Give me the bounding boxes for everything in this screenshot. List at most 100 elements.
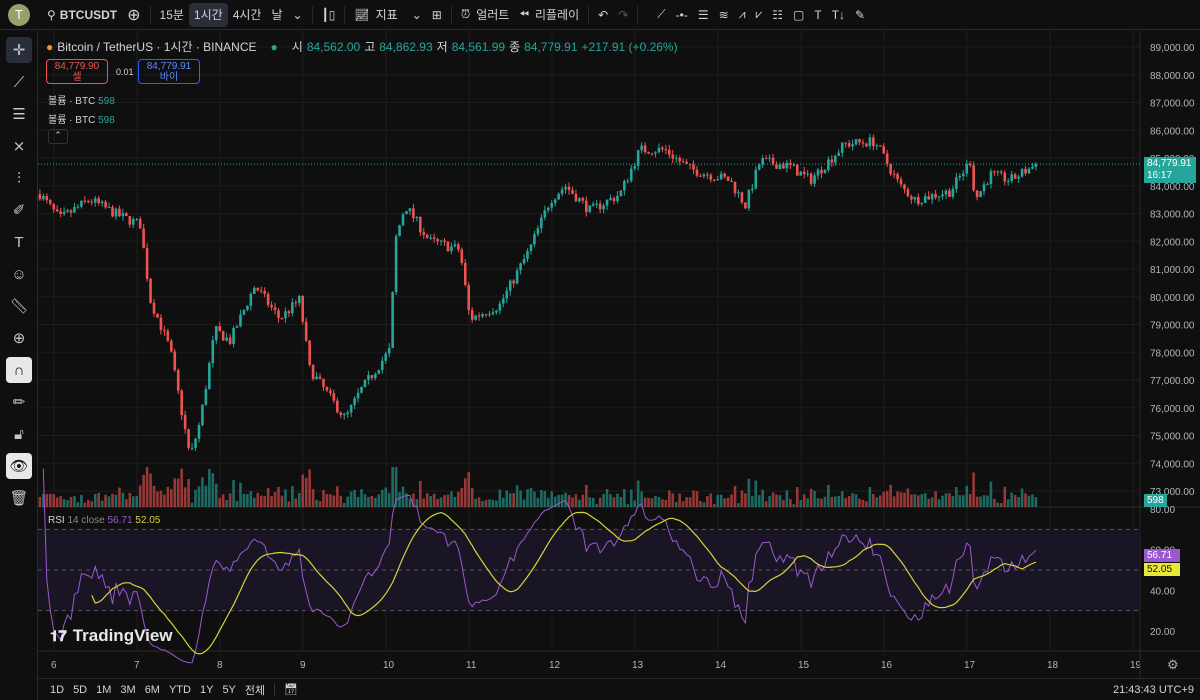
candle-body: [100, 201, 104, 204]
candle-body: [415, 217, 419, 219]
volume-bar: [816, 498, 820, 507]
pattern-icon[interactable]: ⨯: [6, 133, 32, 159]
volume-bar: [616, 493, 619, 507]
redo-icon[interactable]: ↷: [613, 3, 633, 27]
volume-legend[interactable]: 볼륨 · BTC 598: [48, 92, 115, 107]
range-ytd[interactable]: YTD: [169, 684, 191, 696]
volume-bar: [446, 494, 450, 507]
range-6m[interactable]: 6M: [145, 684, 160, 696]
lock-drawing-icon[interactable]: ✏: [6, 389, 32, 415]
interval-day[interactable]: 날: [266, 3, 287, 27]
candle-body: [930, 194, 934, 200]
pitchfork-icon[interactable]: ≋: [714, 3, 734, 27]
candle-body: [747, 189, 751, 209]
volume-bar: [986, 495, 989, 507]
avatar[interactable]: T: [8, 3, 30, 26]
fib-icon[interactable]: ☷: [767, 3, 788, 27]
go-to-date-calendar-icon[interactable]: 📅︎: [284, 683, 298, 696]
zoom-in-icon[interactable]: ⊕: [6, 325, 32, 351]
hide-drawings-icon[interactable]: 👁︎: [6, 453, 32, 479]
text-tool-icon[interactable]: T: [809, 3, 826, 27]
volume-bar: [107, 496, 111, 507]
candle-body: [989, 171, 993, 184]
magnet-icon[interactable]: ∩: [6, 357, 32, 383]
brush-icon[interactable]: ✎: [850, 3, 870, 27]
range-5y[interactable]: 5Y: [222, 684, 235, 696]
pattern-icon[interactable]: ⩘: [734, 3, 751, 27]
price-chart[interactable]: 89,000.0088,000.0087,000.0086,000.0085,0…: [38, 31, 1200, 678]
candle-body: [218, 326, 222, 332]
candles-icon[interactable]: ┃▯: [317, 3, 341, 27]
volume-bar: [740, 490, 744, 507]
time-tick: 10: [383, 660, 395, 671]
replay-button[interactable]: ⏪︎ 리플레이: [514, 3, 584, 27]
buy-button[interactable]: 84,779.91 바이: [138, 59, 200, 84]
range-1m[interactable]: 1M: [96, 684, 111, 696]
symbol-search[interactable]: ⚲ BTCUSDT: [42, 3, 122, 27]
volume-bar: [73, 496, 76, 507]
rsi-legend[interactable]: RSI 14 close 56.71 52.05: [48, 515, 160, 526]
clock[interactable]: 21:43:43 UTC+9: [1113, 684, 1194, 696]
candle-body: [754, 169, 758, 189]
range-3m[interactable]: 3M: [120, 684, 135, 696]
volume-bar: [827, 485, 830, 507]
compare-plus-icon[interactable]: ⊕: [122, 3, 145, 27]
volume-bar: [979, 496, 982, 507]
lock-icon[interactable]: 🔓︎: [6, 421, 32, 447]
volume-bar: [623, 489, 626, 507]
trash-icon[interactable]: 🗑︎: [6, 485, 32, 511]
candle-body: [567, 186, 571, 190]
range-1d[interactable]: 1D: [50, 684, 64, 696]
sell-button[interactable]: 84,779.90 셀: [46, 59, 108, 84]
prediction-icon[interactable]: ⫶: [6, 165, 32, 191]
rsi-tick: 20.00: [1150, 627, 1175, 638]
elliott-wave-icon[interactable]: ⩗: [750, 3, 767, 27]
text-format-icon[interactable]: T↓: [827, 3, 850, 27]
interval-chevron-down-icon[interactable]: ⌄: [288, 3, 308, 27]
candle-body: [149, 278, 152, 303]
interval-4h[interactable]: 4시간: [228, 3, 267, 27]
trendline-tool-icon[interactable]: ⟋: [652, 3, 670, 27]
volume-bar: [304, 477, 308, 507]
volume-bar: [156, 491, 159, 507]
range-all[interactable]: 전체: [245, 682, 265, 698]
alert-button[interactable]: ⏰︎ 얼러트: [456, 3, 515, 27]
volume-bar: [795, 487, 799, 507]
interval-1h[interactable]: 1시간: [188, 2, 228, 27]
trendline-icon[interactable]: ⟋: [6, 69, 32, 95]
fib-retracement-icon[interactable]: ☰: [6, 101, 32, 127]
volume-bar: [789, 498, 792, 507]
candle-body: [695, 169, 699, 176]
volume-bar: [633, 500, 637, 507]
brush-icon[interactable]: ✐: [6, 197, 32, 223]
crosshair-icon[interactable]: ✛: [6, 37, 32, 63]
range-5d[interactable]: 5D: [73, 684, 87, 696]
indicators-button[interactable]: 📈︎ 지표 ⌄: [349, 3, 426, 27]
volume-bar: [875, 497, 879, 507]
layouts-grid-icon[interactable]: ⊞: [427, 3, 447, 27]
candle-body: [640, 145, 643, 151]
volume-bar: [965, 485, 969, 507]
divider: [637, 5, 639, 24]
volume-bar: [612, 497, 616, 507]
parallel-channel-icon[interactable]: ☰: [693, 3, 714, 27]
text-icon[interactable]: T: [6, 229, 32, 255]
volume-bar: [813, 490, 816, 507]
emoji-icon[interactable]: ☺: [6, 261, 32, 287]
ruler-icon[interactable]: 📏︎: [6, 293, 32, 319]
horizontal-line-icon[interactable]: -•-: [671, 3, 693, 27]
undo-icon[interactable]: ↶: [593, 3, 613, 27]
candle-body: [62, 211, 66, 215]
candle-body: [588, 205, 592, 212]
volume-legend[interactable]: 볼륨 · BTC 598: [48, 111, 115, 126]
volume-bar: [194, 489, 197, 507]
volume-bar: [100, 500, 104, 507]
settings-gear-icon[interactable]: ⚙: [1167, 657, 1179, 673]
collapse-legend-chevron-icon[interactable]: ⌃: [48, 129, 68, 144]
rectangle-icon[interactable]: ▢: [788, 3, 809, 27]
candle-body: [941, 194, 944, 197]
candle-body: [332, 393, 336, 401]
range-1y[interactable]: 1Y: [200, 684, 213, 696]
candle-body: [733, 181, 737, 194]
interval-15m[interactable]: 15분: [155, 3, 189, 27]
